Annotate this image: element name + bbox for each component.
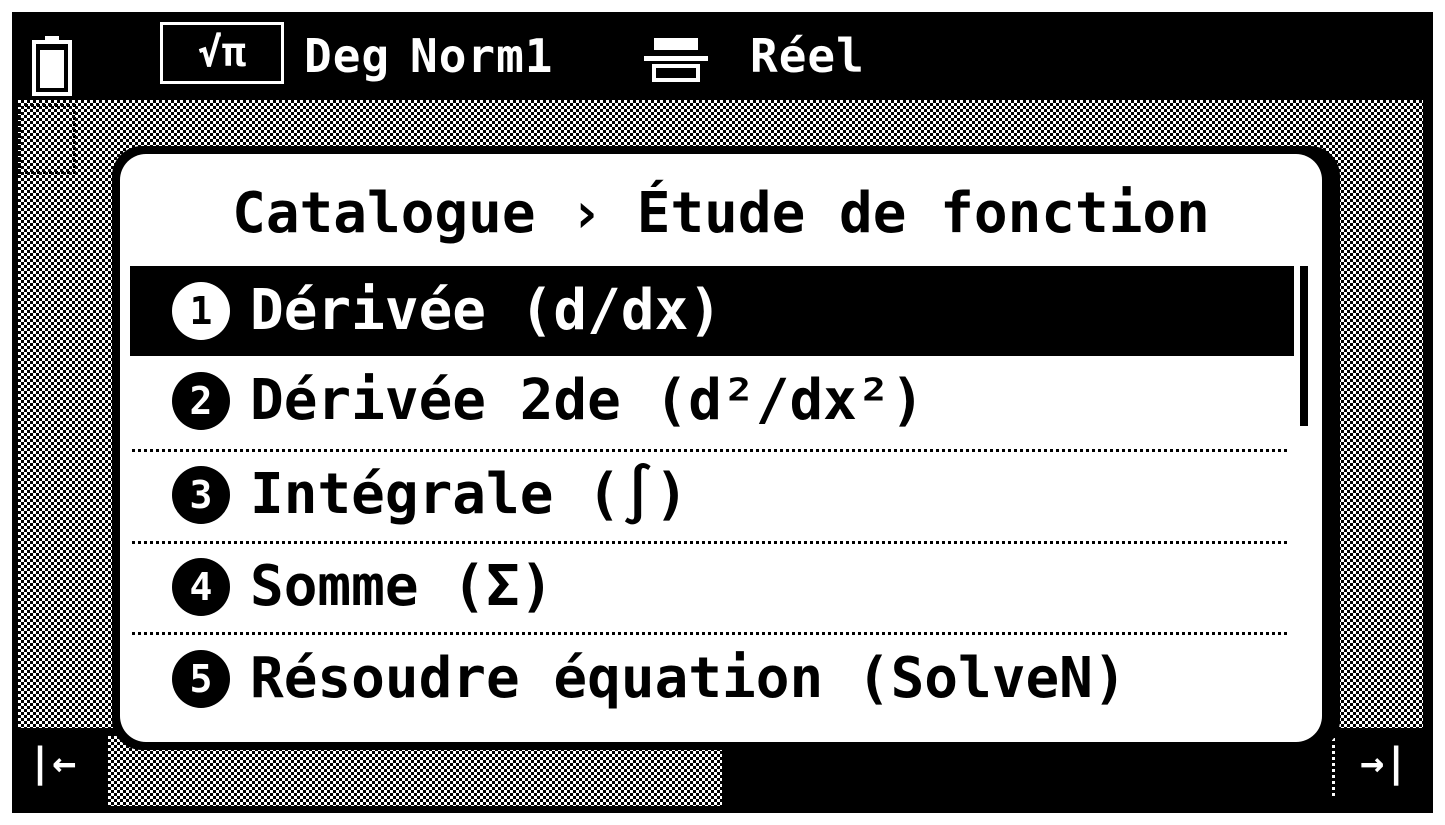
- menu-item-label: Dérivée (d/dx): [250, 278, 723, 343]
- item-number-badge: 4: [172, 558, 230, 616]
- menu-item-integral[interactable]: 3 Intégrale (∫): [130, 450, 1294, 540]
- menu-item-sum[interactable]: 4 Somme (Σ): [130, 542, 1294, 632]
- angle-unit: Deg: [304, 29, 391, 83]
- notation-mode: Norm1: [410, 29, 554, 83]
- battery-icon: [32, 36, 72, 96]
- menu-item-label: Résoudre équation (SolveN): [250, 646, 1127, 711]
- item-number-badge: 3: [172, 466, 230, 524]
- menu-item-second-derivative[interactable]: 2 Dérivée 2de (d²/dx²): [130, 356, 1294, 446]
- menu-item-solve-equation[interactable]: 5 Résoudre équation (SolveN): [130, 634, 1294, 724]
- menu-item-label: Intégrale (∫): [250, 462, 689, 527]
- menu-item-label: Somme (Σ): [250, 554, 554, 619]
- catalogue-dialog: Catalogue › Étude de fonction 1 Dérivée …: [120, 154, 1322, 742]
- item-number-badge: 1: [172, 282, 230, 340]
- dialog-scrollbar[interactable]: [1300, 266, 1308, 426]
- item-number-badge: 2: [172, 372, 230, 430]
- number-type: Réel: [750, 29, 865, 83]
- dialog-title: Catalogue › Étude de fonction: [232, 181, 1210, 246]
- math-mode-indicator: √π: [160, 22, 284, 84]
- display-format-icon: [644, 38, 708, 82]
- bottom-separator: [1332, 738, 1335, 796]
- status-bar: √π Deg Norm1 Réel: [12, 12, 1433, 100]
- scroll-right-icon[interactable]: →|: [1360, 740, 1408, 786]
- scroll-left-icon[interactable]: |←: [28, 740, 76, 786]
- cursor-cell: [18, 104, 76, 174]
- menu-item-derivative[interactable]: 1 Dérivée (d/dx): [130, 266, 1294, 356]
- menu-item-label: Dérivée 2de (d²/dx²): [250, 368, 925, 433]
- item-number-badge: 5: [172, 650, 230, 708]
